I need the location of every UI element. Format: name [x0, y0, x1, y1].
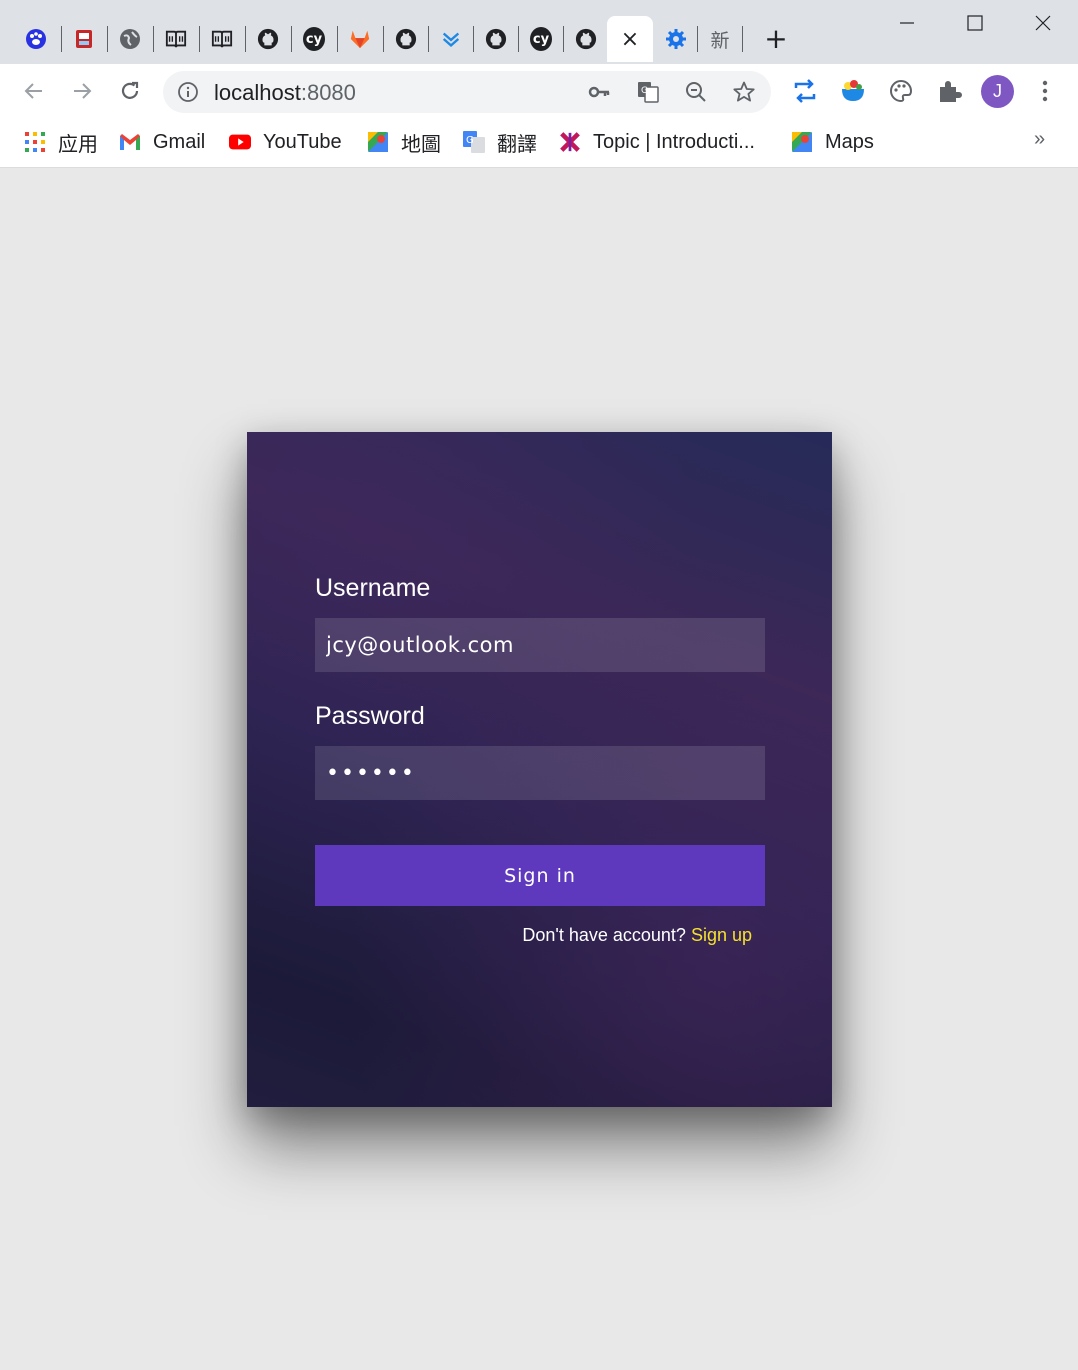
login-card: Username Password •••••• Sign in Don't h… [247, 432, 832, 1107]
forward-button[interactable] [66, 75, 98, 107]
new-tab-button[interactable]: + [760, 24, 792, 56]
gmail-icon [119, 131, 141, 153]
bookmark-youtube[interactable]: YouTube [229, 128, 342, 156]
puzzle-extensions-icon[interactable] [935, 77, 963, 105]
tab-download[interactable] [431, 16, 471, 62]
close-window-button[interactable] [1020, 8, 1066, 38]
maximize-button[interactable] [952, 8, 998, 38]
tab-gitlab[interactable] [340, 16, 380, 62]
gitlab-icon [349, 28, 371, 50]
password-label: Password [315, 702, 425, 730]
bookmark-apps[interactable]: 应用 [24, 128, 98, 156]
github-icon [257, 28, 279, 50]
tab-book-1[interactable] [156, 16, 196, 62]
site-logo-icon [73, 28, 95, 50]
maps-icon [791, 131, 813, 153]
cypress-icon: cy [530, 27, 552, 51]
bookmark-map-tw[interactable]: 地圖 [367, 128, 441, 156]
minimize-button[interactable] [884, 8, 930, 38]
tab-new-page[interactable]: 新 [700, 16, 740, 62]
apps-grid-icon [24, 131, 46, 153]
svg-text:G: G [641, 86, 648, 96]
bookmark-label: YouTube [263, 130, 342, 153]
baidu-icon [25, 28, 47, 50]
maps-icon [367, 131, 389, 153]
github-icon [395, 28, 417, 50]
browser-toolbar: localhost:8080 G J [0, 64, 1078, 118]
more-menu-icon[interactable] [1034, 77, 1056, 105]
palette-extension-icon[interactable] [887, 77, 915, 105]
tab-cypress-1[interactable]: cy [294, 16, 334, 62]
password-input[interactable]: •••••• [315, 746, 765, 800]
sign-up-link[interactable]: Sign up [691, 925, 752, 945]
tab-github-3[interactable] [476, 16, 516, 62]
address-bar[interactable]: localhost:8080 G [163, 71, 771, 113]
bowl-extension-icon[interactable] [839, 77, 867, 105]
back-button[interactable] [18, 75, 50, 107]
key-icon[interactable] [587, 80, 611, 104]
profile-avatar[interactable]: J [981, 75, 1014, 108]
bookmark-maps[interactable]: Maps [791, 128, 874, 156]
bookmark-label: Maps [825, 130, 874, 153]
github-icon [575, 28, 597, 50]
reload-button[interactable] [114, 75, 146, 107]
tab-baidu[interactable] [16, 16, 56, 62]
globe-icon [119, 28, 141, 50]
signup-prompt: Don't have account? [522, 925, 691, 945]
star-icon[interactable] [732, 80, 756, 104]
tab-cypress-2[interactable]: cy [521, 16, 561, 62]
bookmark-label: Gmail [153, 130, 206, 153]
tab-github-2[interactable] [386, 16, 426, 62]
gear-icon [665, 28, 687, 50]
url-text[interactable]: localhost:8080 [214, 80, 356, 106]
tab-globe[interactable] [110, 16, 150, 62]
cypress-icon: cy [303, 27, 325, 51]
signup-row: Don't have account? Sign up [522, 925, 752, 946]
bookmarks-bar: 应用 Gmail YouTube 地圖 G 翻譯 Topic | Introdu… [0, 118, 1078, 168]
bookmark-label: 地圖 [401, 133, 441, 156]
bookmark-translate[interactable]: G 翻譯 [463, 128, 537, 156]
book-icon [165, 28, 187, 50]
reload-icon [121, 81, 139, 99]
username-input[interactable] [315, 618, 765, 672]
github-icon [485, 28, 507, 50]
book-icon [211, 28, 233, 50]
tab-site-logo[interactable] [64, 16, 104, 62]
tab-github-1[interactable] [248, 16, 288, 62]
tab-book-2[interactable] [202, 16, 242, 62]
more-bookmarks-button[interactable]: » [1034, 128, 1045, 151]
topic-icon [559, 131, 581, 153]
tab-active[interactable]: × [607, 16, 653, 62]
youtube-icon [229, 131, 251, 153]
arrow-left-icon [24, 83, 42, 99]
info-icon[interactable] [177, 81, 199, 103]
translate-page-icon[interactable]: G [636, 80, 660, 104]
bookmark-label: 应用 [58, 133, 98, 156]
sync-extension-icon[interactable] [791, 77, 819, 105]
zoom-out-icon[interactable] [684, 80, 708, 104]
sign-in-button[interactable]: Sign in [315, 845, 765, 906]
bookmark-label: Topic | Introducti... [593, 130, 755, 153]
username-label: Username [315, 574, 431, 602]
translate-icon: G [463, 131, 485, 153]
tab-title: 新 [710, 29, 730, 52]
bookmark-label: 翻譯 [497, 133, 537, 156]
bookmark-topic[interactable]: Topic | Introducti... [559, 128, 755, 156]
svg-text:G: G [466, 135, 474, 146]
tab-strip: cy cy × 新 + [0, 0, 1078, 64]
page-viewport: Username Password •••••• Sign in Don't h… [0, 168, 1078, 1370]
close-tab-icon[interactable]: × [621, 27, 639, 52]
tab-settings[interactable] [656, 16, 696, 62]
download-icon [440, 28, 462, 50]
bookmark-gmail[interactable]: Gmail [119, 128, 205, 156]
arrow-right-icon [74, 83, 92, 99]
tab-github-4[interactable] [566, 16, 606, 62]
